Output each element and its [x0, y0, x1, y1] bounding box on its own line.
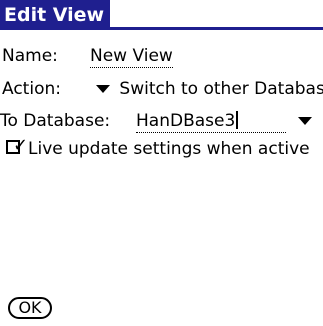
action-value: Switch to other Database [119, 79, 323, 99]
checkmark-icon: ✓ [13, 135, 29, 156]
action-row: Action: Switch to other Database [0, 79, 323, 101]
to-database-row: To Database: HanDBase3 [0, 111, 323, 133]
live-update-row[interactable]: ✓ Live update settings when active [0, 136, 323, 161]
to-database-value: HanDBase3 [136, 111, 236, 131]
live-update-label: Live update settings when active [28, 139, 310, 159]
to-database-label: To Database: [0, 111, 111, 131]
name-row: Name: New View [0, 46, 323, 68]
page-title: Edit View [0, 0, 110, 30]
title-divider [106, 27, 323, 30]
to-database-field[interactable]: HanDBase3 [136, 111, 286, 133]
name-field[interactable]: New View [90, 46, 173, 68]
live-update-checkbox[interactable]: ✓ [6, 136, 28, 156]
to-database-dropdown[interactable] [298, 111, 312, 131]
dropdown-triangle-icon [298, 117, 312, 125]
name-label: Name: [2, 46, 58, 66]
dropdown-triangle-icon [96, 85, 110, 93]
action-label: Action: [2, 79, 61, 99]
action-dropdown[interactable]: Switch to other Database [96, 79, 323, 99]
ok-button[interactable]: OK [8, 297, 52, 319]
text-cursor [236, 111, 239, 129]
title-bar: Edit View [0, 0, 323, 30]
